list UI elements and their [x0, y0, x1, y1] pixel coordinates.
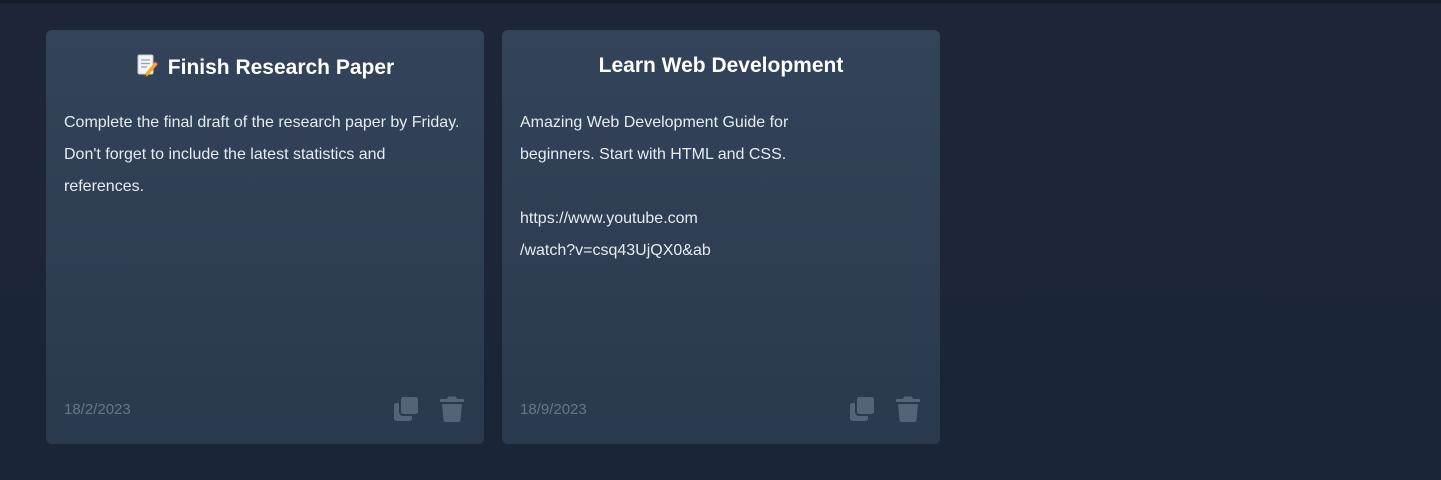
trash-icon	[896, 396, 920, 423]
delete-button[interactable]	[438, 394, 466, 424]
note-date: 18/2/2023	[64, 400, 131, 418]
notes-grid: Finish Research Paper Complete the final…	[46, 30, 940, 444]
note-footer: 18/9/2023	[520, 394, 922, 424]
note-card[interactable]: Learn Web Development Amazing Web Develo…	[502, 30, 940, 444]
note-footer: 18/2/2023	[64, 394, 466, 424]
notes-page: Finish Research Paper Complete the final…	[0, 0, 1441, 480]
memo-pencil-icon	[136, 53, 158, 77]
note-body: Amazing Web Development Guide for beginn…	[520, 114, 789, 259]
top-divider	[0, 0, 1441, 3]
copy-icon	[394, 397, 418, 421]
note-actions	[392, 394, 466, 424]
copy-button[interactable]	[392, 394, 420, 424]
copy-button[interactable]	[848, 394, 876, 424]
note-body: Complete the final draft of the research…	[64, 114, 460, 195]
note-title-row: Finish Research Paper	[64, 30, 466, 79]
trash-icon	[440, 396, 464, 423]
note-card[interactable]: Finish Research Paper Complete the final…	[46, 30, 484, 444]
note-actions	[848, 394, 922, 424]
note-date: 18/9/2023	[520, 400, 587, 418]
note-title: Learn Web Development	[598, 54, 844, 77]
note-title: Finish Research Paper	[167, 56, 395, 79]
delete-button[interactable]	[894, 394, 922, 424]
copy-icon	[850, 397, 874, 421]
